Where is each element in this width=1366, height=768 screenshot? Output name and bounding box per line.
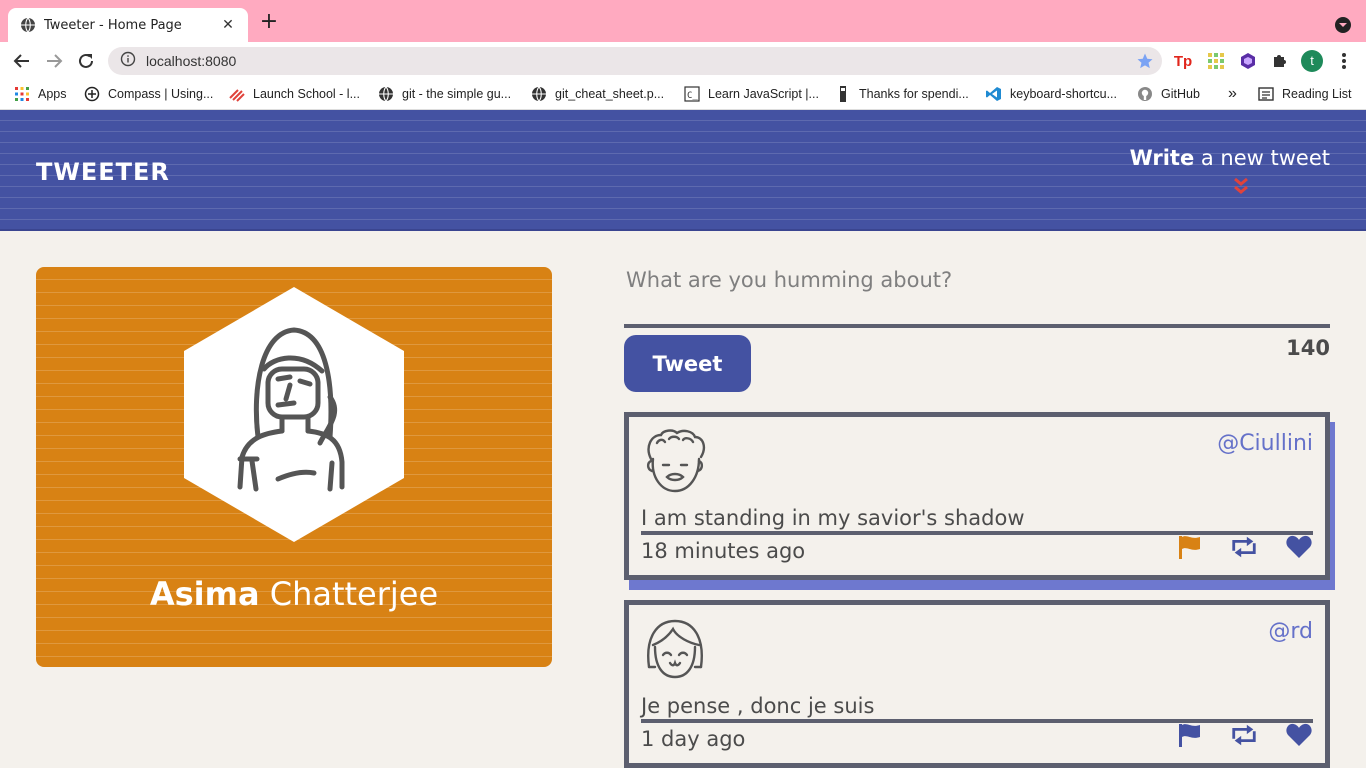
globe-icon bbox=[378, 86, 394, 102]
heart-icon[interactable] bbox=[1285, 721, 1313, 749]
bookmark-label: Thanks for spendi... bbox=[859, 87, 969, 101]
tweet-handle[interactable]: @Ciullini bbox=[1217, 431, 1313, 456]
write-new-tweet-link[interactable]: Write a new tweet bbox=[1130, 146, 1330, 170]
reading-list-label: Reading List bbox=[1282, 87, 1352, 101]
launch-school-icon bbox=[229, 86, 245, 102]
bookmarks-overflow[interactable]: » bbox=[1228, 85, 1237, 103]
bookmark-thanks[interactable]: Thanks for spendi... bbox=[835, 85, 969, 103]
tweet-avatar bbox=[643, 617, 707, 683]
bookmark-learn-javascript[interactable]: C_ Learn JavaScript |... bbox=[684, 85, 819, 103]
browser-menu-icon[interactable] bbox=[1338, 51, 1350, 71]
bookmark-label: Launch School - l... bbox=[253, 87, 361, 101]
tweet-actions bbox=[1175, 533, 1313, 561]
tab-search-icon[interactable] bbox=[1334, 16, 1352, 34]
reading-list-icon bbox=[1258, 86, 1274, 102]
heart-icon[interactable] bbox=[1285, 533, 1313, 561]
tab-title: Tweeter - Home Page bbox=[44, 17, 182, 33]
tweet-button[interactable]: Tweet bbox=[624, 335, 751, 392]
tweet-content: Je pense , donc je suis bbox=[641, 693, 1313, 723]
globe-icon bbox=[531, 86, 547, 102]
bookmarks-bar: Apps Compass | Using... Launch School - … bbox=[0, 78, 1366, 110]
bookmark-apps[interactable]: Apps bbox=[14, 85, 67, 103]
vscode-icon bbox=[986, 86, 1002, 102]
profile-avatar[interactable]: t bbox=[1301, 50, 1323, 72]
bookmark-label: GitHub bbox=[1161, 87, 1200, 101]
bookmark-git-guide[interactable]: git - the simple gu... bbox=[378, 85, 511, 103]
back-arrow-icon[interactable] bbox=[10, 49, 34, 73]
grid-extension-icon[interactable] bbox=[1206, 51, 1226, 71]
apps-grid-icon bbox=[14, 86, 30, 102]
browser-tab[interactable]: Tweeter - Home Page ✕ bbox=[8, 8, 248, 42]
info-icon[interactable] bbox=[120, 51, 136, 71]
tweet-actions bbox=[1175, 721, 1313, 749]
tweet-timestamp: 1 day ago bbox=[641, 727, 746, 751]
tweet-card: @rd Je pense , donc je suis 1 day ago bbox=[624, 600, 1330, 768]
tweet-avatar bbox=[643, 429, 707, 495]
bookmark-label: git - the simple gu... bbox=[402, 87, 512, 101]
profile-first-name: Asima bbox=[149, 575, 260, 613]
bookmark-label: git_cheat_sheet.p... bbox=[555, 87, 665, 101]
bookmark-git-cheat-sheet[interactable]: git_cheat_sheet.p... bbox=[531, 85, 664, 103]
site-header: TWEETER Write a new tweet bbox=[0, 110, 1366, 231]
write-label-rest: a new tweet bbox=[1194, 146, 1330, 170]
browser-toolbar: localhost:8080 Tp t bbox=[0, 42, 1366, 78]
page-icon bbox=[835, 86, 851, 102]
write-label-bold: Write bbox=[1129, 146, 1195, 170]
profile-name: Asima Chatterjee bbox=[36, 575, 552, 613]
tweet-handle[interactable]: @rd bbox=[1268, 619, 1313, 644]
bookmark-star-icon[interactable] bbox=[1136, 52, 1154, 70]
bookmark-label: keyboard-shortcu... bbox=[1010, 87, 1117, 101]
profile-card: Asima Chatterjee bbox=[36, 267, 552, 667]
bookmark-keyboard-shortcuts[interactable]: keyboard-shortcu... bbox=[986, 85, 1117, 103]
flag-icon[interactable] bbox=[1175, 533, 1203, 561]
globe-icon bbox=[20, 17, 36, 33]
puzzle-extensions-icon[interactable] bbox=[1270, 51, 1290, 71]
site-logo[interactable]: TWEETER bbox=[36, 158, 170, 186]
tweet-compose-input[interactable] bbox=[624, 262, 1330, 328]
codecademy-icon: C_ bbox=[684, 86, 700, 102]
profile-avatar-hexagon bbox=[182, 287, 406, 542]
bookmark-compass[interactable]: Compass | Using... bbox=[84, 85, 213, 103]
bookmark-label: Compass | Using... bbox=[108, 87, 214, 101]
retweet-icon[interactable] bbox=[1230, 721, 1258, 749]
profile-last-name: Chatterjee bbox=[259, 575, 439, 613]
compass-icon bbox=[84, 86, 100, 102]
bookmark-launch-school[interactable]: Launch School - l... bbox=[229, 85, 360, 103]
bookmark-github[interactable]: GitHub bbox=[1137, 85, 1200, 103]
reading-list[interactable]: Reading List bbox=[1258, 85, 1352, 103]
address-bar[interactable]: localhost:8080 bbox=[108, 47, 1162, 75]
github-icon bbox=[1137, 86, 1153, 102]
tweet-content: I am standing in my savior's shadow bbox=[641, 505, 1313, 535]
new-tab-icon[interactable]: + bbox=[258, 11, 280, 34]
tweet-card: @Ciullini I am standing in my savior's s… bbox=[624, 412, 1330, 580]
retweet-icon[interactable] bbox=[1230, 533, 1258, 561]
svg-text:C_: C_ bbox=[687, 91, 698, 101]
tp-extension-icon[interactable]: Tp bbox=[1173, 51, 1193, 71]
forward-arrow-icon[interactable] bbox=[42, 49, 66, 73]
reload-icon[interactable] bbox=[74, 49, 98, 73]
bookmark-label: Learn JavaScript |... bbox=[708, 87, 819, 101]
cube-extension-icon[interactable] bbox=[1238, 51, 1258, 71]
close-tab-icon[interactable]: ✕ bbox=[220, 17, 236, 33]
url-text: localhost:8080 bbox=[146, 53, 237, 69]
browser-tabstrip: Tweeter - Home Page ✕ + bbox=[0, 0, 1366, 42]
character-counter: 140 bbox=[1286, 336, 1330, 360]
double-chevron-down-icon[interactable] bbox=[1232, 177, 1250, 195]
bookmark-label: Apps bbox=[38, 87, 67, 101]
tweet-timestamp: 18 minutes ago bbox=[641, 539, 806, 563]
flag-icon[interactable] bbox=[1175, 721, 1203, 749]
